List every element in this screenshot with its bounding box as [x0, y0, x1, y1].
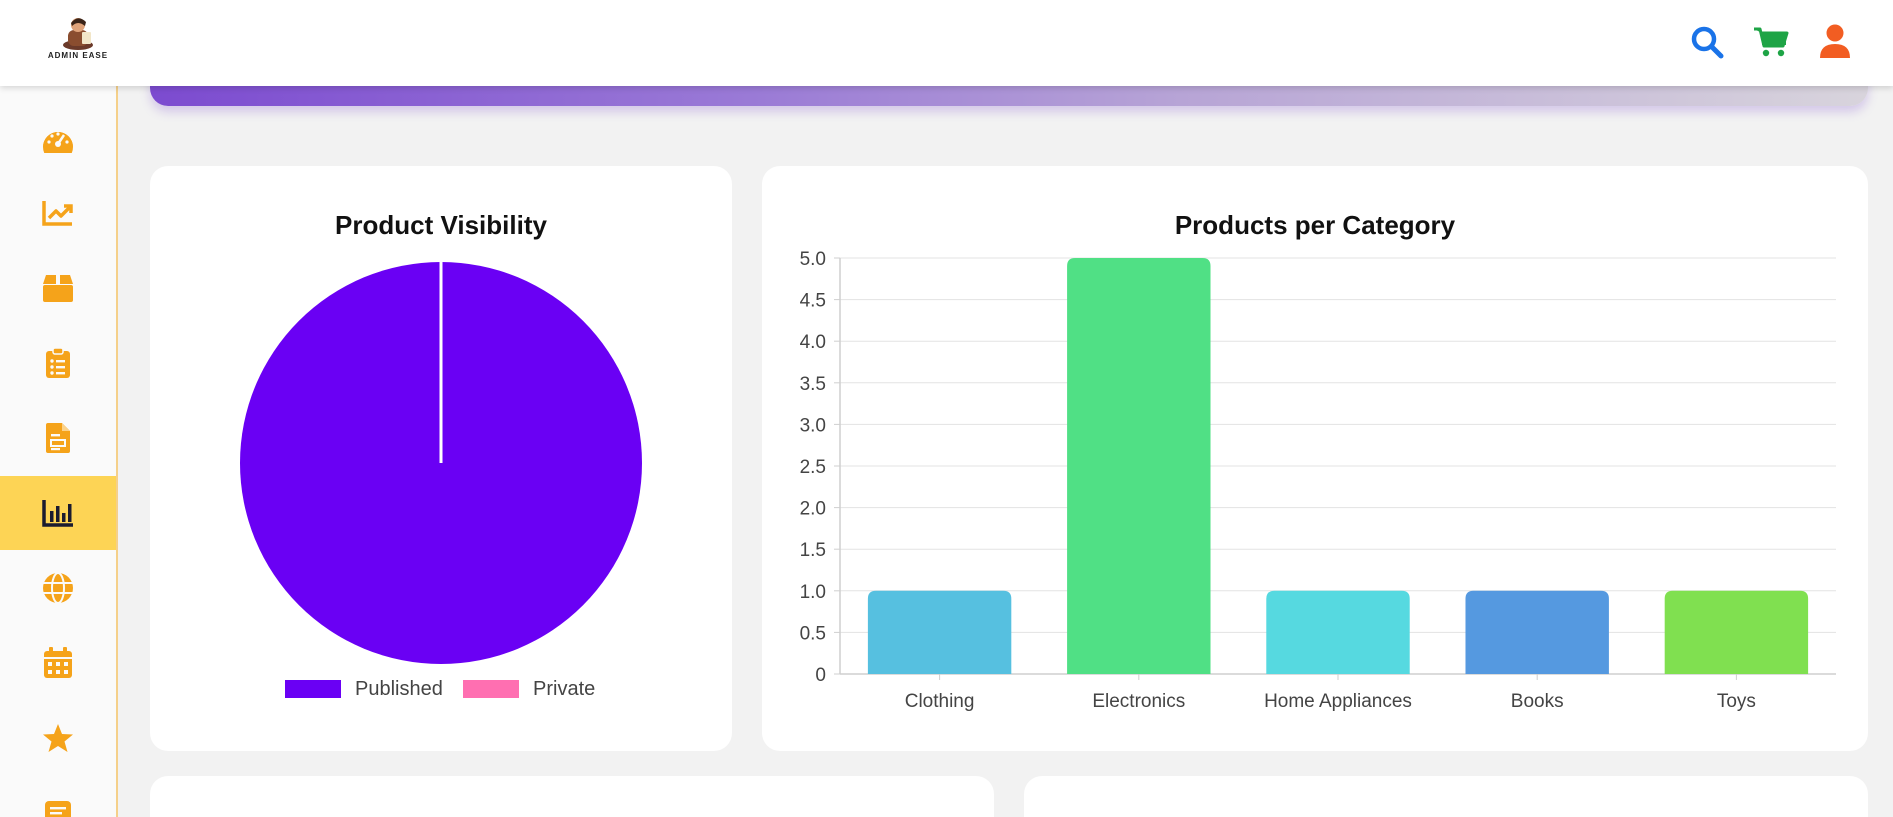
sidebar	[0, 86, 118, 817]
x-tick-label: Books	[1511, 691, 1564, 712]
y-tick-label: 1.0	[800, 582, 826, 603]
box-icon	[43, 275, 73, 302]
y-tick-label: 4.5	[800, 291, 826, 312]
bar-toys	[1664, 590, 1809, 674]
star-icon	[43, 724, 73, 752]
search-icon	[1691, 26, 1724, 59]
calendar-icon	[44, 647, 72, 678]
globe-icon	[43, 572, 73, 604]
y-tick-label: 2.0	[800, 499, 826, 520]
products-per-category-card: Products per Category 0 0.5 1.0 1.5 2.0 2.5 3.…	[762, 166, 1868, 751]
cart-button[interactable]	[1753, 24, 1789, 60]
app-logo[interactable]: ADMIN EASE	[40, 14, 116, 66]
bar-electronics	[1067, 258, 1211, 674]
y-tick-label: 1.5	[800, 540, 826, 561]
sidebar-item-calendar[interactable]	[0, 626, 116, 700]
header-actions	[1689, 22, 1853, 62]
sidebar-item-web[interactable]	[0, 551, 116, 625]
x-tick-label: Clothing	[905, 691, 975, 712]
bar-chart-icon	[42, 500, 73, 527]
sidebar-item-products[interactable]	[0, 251, 116, 325]
sidebar-item-documents[interactable]	[0, 401, 116, 475]
x-tick-label: Toys	[1717, 691, 1756, 712]
clipboard-list-icon	[46, 347, 70, 378]
user-button[interactable]	[1817, 24, 1853, 60]
document-icon	[46, 423, 70, 453]
legend-label-private: Private	[533, 678, 595, 700]
user-icon	[1820, 24, 1850, 58]
logo-avatar-icon	[63, 18, 93, 50]
search-button[interactable]	[1689, 24, 1725, 60]
legend-label-published: Published	[355, 678, 443, 700]
cart-icon	[1754, 27, 1789, 57]
top-bar: ADMIN EASE	[0, 0, 1893, 86]
x-tick-label: Home Appliances	[1264, 691, 1412, 712]
notes-icon	[45, 801, 71, 817]
bottom-left-card	[150, 776, 994, 817]
product-visibility-card: Product Visibility Published Private	[150, 166, 732, 751]
trend-chart-icon	[42, 201, 73, 226]
y-tick-label: 0	[815, 665, 826, 686]
logo-text: ADMIN EASE	[47, 51, 109, 60]
sidebar-item-trends[interactable]	[0, 176, 116, 250]
products-per-category-chart: 0 0.5 1.0 1.5 2.0 2.5 3.0 3.5 4.0 4.5 5.0 Clothing E…	[800, 249, 1836, 712]
y-tick-label: 0.5	[800, 623, 826, 644]
sidebar-item-orders[interactable]	[0, 326, 116, 400]
sidebar-item-reports[interactable]	[0, 476, 116, 550]
legend-swatch-published	[285, 680, 341, 698]
bar-clothing	[867, 590, 1012, 674]
product-visibility-chart: Published Private	[240, 262, 642, 700]
legend-swatch-private	[463, 680, 519, 698]
bottom-right-card	[1024, 776, 1868, 817]
y-tick-label: 3.5	[800, 374, 826, 395]
y-tick-label: 4.0	[800, 332, 826, 353]
bar-home-appliances	[1266, 590, 1410, 674]
sidebar-item-dashboard[interactable]	[0, 101, 116, 175]
sidebar-item-favorites[interactable]	[0, 701, 116, 775]
dashboard-gauge-icon	[43, 132, 73, 153]
x-tick-label: Electronics	[1092, 691, 1185, 712]
y-tick-label: 2.5	[800, 457, 826, 478]
bar-books	[1465, 590, 1609, 674]
sidebar-item-notes[interactable]	[0, 776, 116, 817]
y-tick-label: 3.0	[800, 415, 826, 436]
y-tick-label: 5.0	[800, 249, 826, 270]
